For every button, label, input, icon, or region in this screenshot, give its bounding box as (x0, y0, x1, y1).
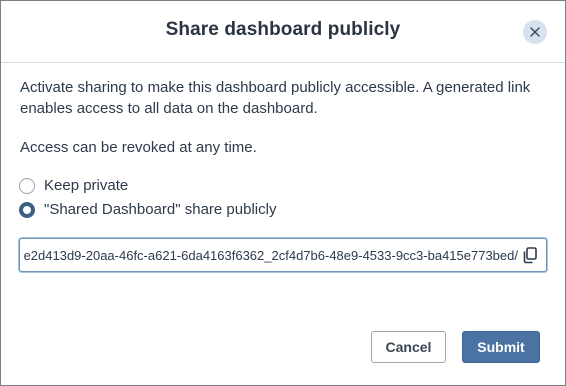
close-icon (530, 27, 540, 37)
copy-icon (520, 247, 540, 268)
radio-keep-private[interactable] (19, 177, 35, 194)
option-keep-private-label: Keep private (44, 177, 129, 194)
header-divider (1, 62, 565, 63)
close-button[interactable] (523, 20, 547, 44)
option-share-publicly[interactable]: "Shared Dashboard" share publicly (19, 201, 276, 218)
cancel-button[interactable]: Cancel (371, 331, 446, 363)
share-dialog: Share dashboard publicly Activate sharin… (0, 0, 566, 386)
dialog-title: Share dashboard publicly (165, 19, 401, 40)
revoke-note: Access can be revoked at any time. (20, 139, 257, 156)
share-link-input[interactable] (24, 239, 518, 271)
sharing-description: Activate sharing to make this dashboard … (20, 79, 531, 117)
share-link-field (19, 238, 547, 272)
option-share-publicly-label: "Shared Dashboard" share publicly (44, 201, 277, 218)
copy-link-button[interactable] (520, 245, 540, 265)
option-keep-private[interactable]: Keep private (19, 177, 128, 194)
submit-button[interactable]: Submit (462, 331, 540, 363)
radio-share-publicly[interactable] (19, 201, 35, 218)
